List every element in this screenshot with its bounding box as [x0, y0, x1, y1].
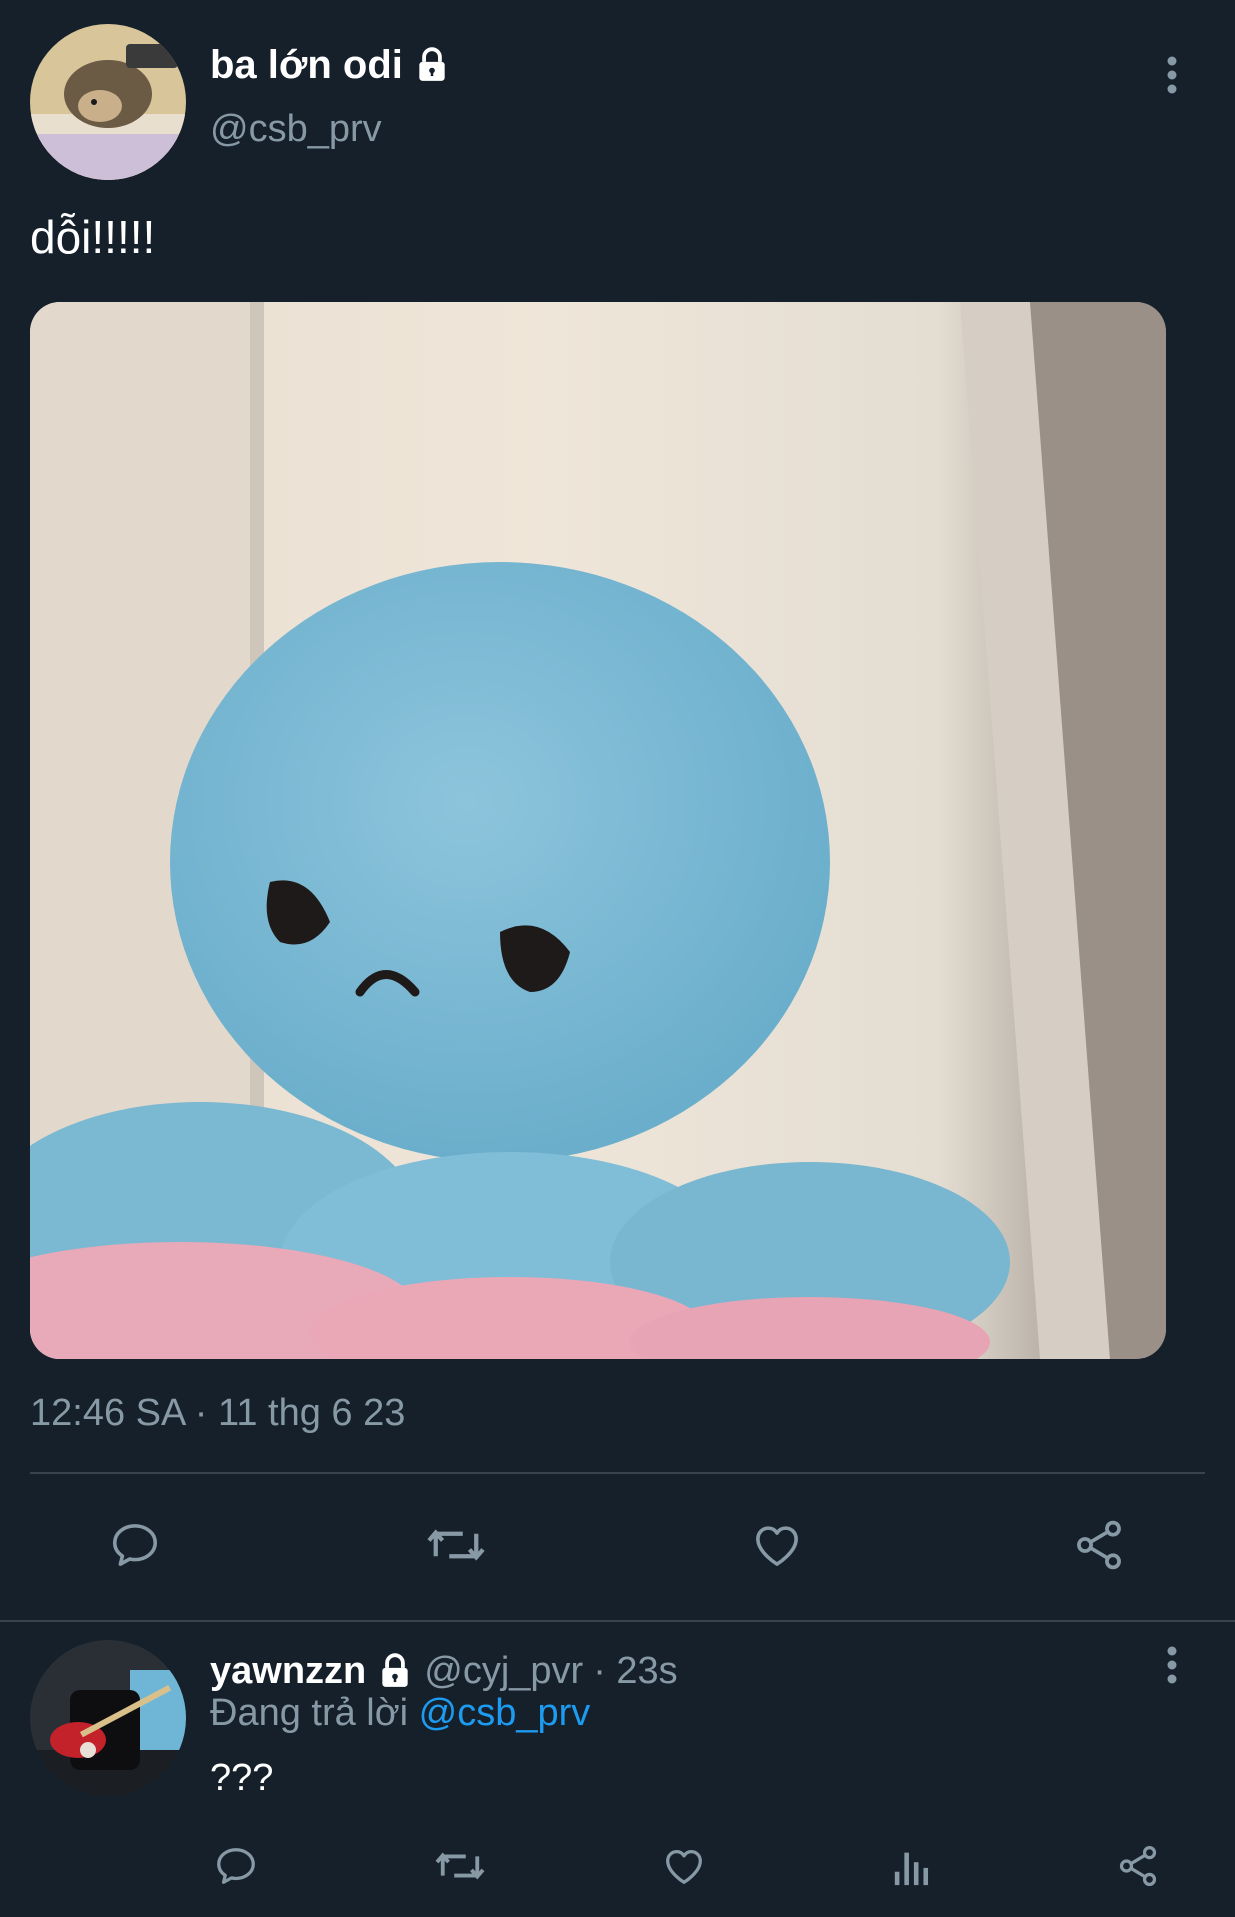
reply-time-ago: · 23s: [593, 1649, 678, 1692]
replying-to-mention[interactable]: @csb_prv: [419, 1692, 591, 1734]
reply-author-handle[interactable]: @cyj_pvr: [424, 1650, 583, 1693]
reply-retweet-icon[interactable]: [430, 1838, 490, 1894]
tweet-text: dỗi!!!!!: [30, 211, 156, 263]
reply-reply-icon[interactable]: [208, 1838, 264, 1894]
divider: [30, 1472, 1205, 1474]
reply-icon[interactable]: [100, 1515, 170, 1575]
reply-author-avatar[interactable]: [30, 1640, 186, 1796]
reply-share-icon[interactable]: [1110, 1838, 1166, 1894]
reply-text: ???: [210, 1757, 274, 1799]
lock-icon: [413, 46, 451, 84]
more-vertical-icon[interactable]: [1150, 50, 1194, 100]
reply-author-name[interactable]: yawnzzn: [210, 1650, 366, 1693]
tweet-timestamp: 12:46 SA · 11 thg 6 23: [30, 1392, 406, 1434]
replying-to-label: Đang trả lời: [210, 1692, 409, 1734]
reply-analytics-icon[interactable]: [884, 1838, 940, 1894]
share-icon[interactable]: [1064, 1515, 1134, 1575]
reply-more-vertical-icon[interactable]: [1150, 1640, 1194, 1690]
author-handle[interactable]: @csb_prv: [210, 108, 382, 151]
retweet-icon[interactable]: [418, 1515, 494, 1575]
reply-heart-icon[interactable]: [656, 1838, 712, 1894]
reply-lock-icon: [376, 1652, 414, 1690]
author-name[interactable]: ba lớn odi: [210, 43, 403, 88]
tweet-image[interactable]: [30, 302, 1166, 1359]
heart-icon[interactable]: [742, 1515, 812, 1575]
author-avatar[interactable]: [30, 24, 186, 180]
section-divider: [0, 1620, 1235, 1622]
